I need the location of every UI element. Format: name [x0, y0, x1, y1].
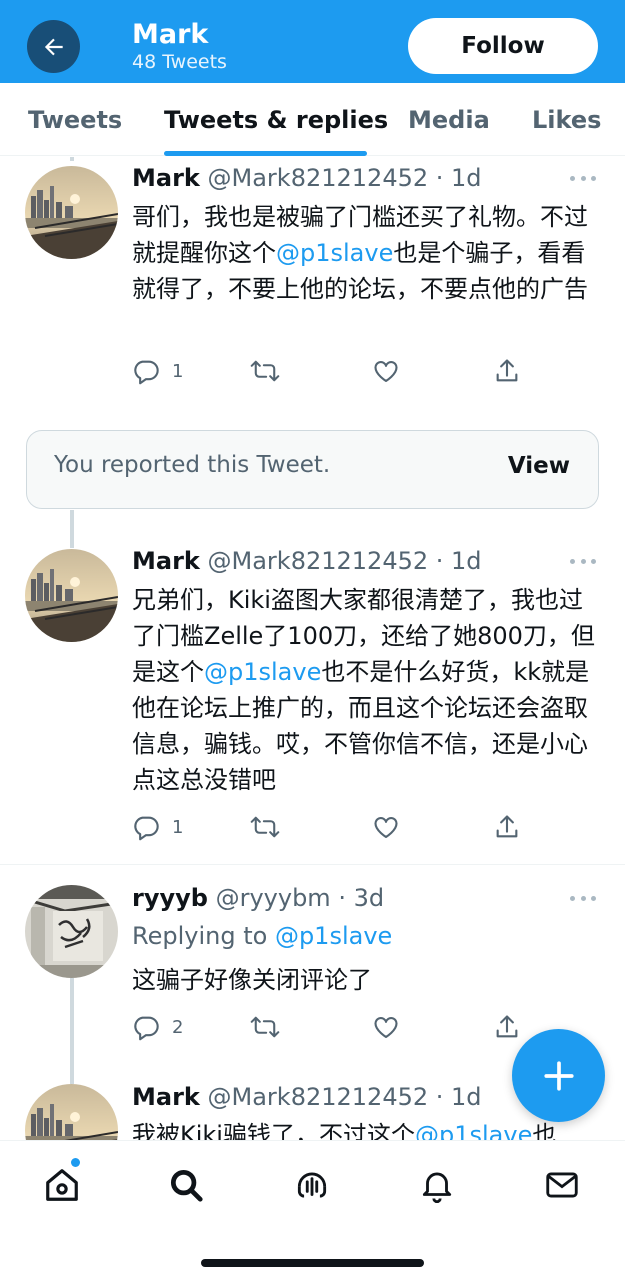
- nav-home[interactable]: [40, 1163, 84, 1207]
- share-button[interactable]: [493, 356, 521, 386]
- heart-icon: [374, 1017, 398, 1038]
- mention-link[interactable]: @p1slave: [415, 1121, 532, 1140]
- like-button[interactable]: [372, 356, 400, 386]
- reply-count: 1: [172, 816, 184, 838]
- divider: [0, 864, 625, 865]
- thread-line: [70, 978, 74, 1084]
- profile-name: Mark: [132, 19, 209, 50]
- retweet-button[interactable]: [250, 812, 280, 842]
- mention-link[interactable]: @p1slave: [276, 239, 393, 267]
- tab-likes[interactable]: Likes: [532, 103, 601, 137]
- tweet-header: Mark @Mark821212452 · 1d: [132, 545, 482, 577]
- compose-tweet-button[interactable]: [512, 1029, 605, 1122]
- heart-icon: [374, 361, 398, 382]
- retweet-button[interactable]: [250, 356, 280, 386]
- tweet-actions: 1: [132, 356, 532, 386]
- thread-line: [70, 157, 74, 161]
- thread-line: [70, 510, 74, 548]
- tweet-text: 兄弟们，Kiki盗图大家都很清楚了，我也过了门槛Zelle了100刀，还给了她8…: [132, 586, 595, 794]
- tab-tweets-replies[interactable]: Tweets & replies: [164, 103, 388, 137]
- back-button[interactable]: [27, 20, 80, 73]
- tweet-header: Mark @Mark821212452 · 1d: [132, 162, 482, 194]
- spaces-icon: [297, 1172, 327, 1198]
- retweet-icon: [250, 1016, 280, 1038]
- nav-spaces[interactable]: [290, 1163, 334, 1207]
- bell-icon: [422, 1172, 452, 1203]
- avatar[interactable]: [25, 885, 118, 978]
- share-icon: [496, 1015, 518, 1038]
- tab-tweets[interactable]: Tweets: [28, 103, 122, 137]
- retweet-icon: [250, 816, 280, 838]
- share-button[interactable]: [493, 1012, 521, 1042]
- reported-text: You reported this Tweet.: [54, 452, 331, 478]
- active-tab-indicator: [164, 151, 367, 156]
- heart-icon: [374, 817, 398, 838]
- tweet-count: 48 Tweets: [132, 51, 227, 73]
- tweet-feed[interactable]: Mark @Mark821212452 · 1d 哥们，我也是被骗了门槛还买了礼…: [0, 157, 625, 1140]
- home-icon: [46, 1169, 78, 1201]
- like-button[interactable]: [372, 812, 400, 842]
- nav-search[interactable]: [164, 1163, 208, 1207]
- more-options-icon[interactable]: [570, 173, 596, 183]
- share-icon: [496, 359, 518, 382]
- reply-button[interactable]: 1: [132, 812, 183, 842]
- tweet-header: ryyyb @ryyybm · 3d: [132, 882, 384, 914]
- profile-tabs: Tweets Tweets & replies Media Likes: [0, 83, 625, 156]
- author-handle-time: @Mark821212452 · 1d: [207, 164, 482, 192]
- mention-link[interactable]: @p1slave: [204, 658, 321, 686]
- reply-count: 1: [172, 360, 184, 382]
- nav-notifications[interactable]: [415, 1163, 459, 1207]
- nav-messages[interactable]: [540, 1163, 584, 1207]
- view-button[interactable]: View: [508, 453, 570, 479]
- more-options-icon[interactable]: [570, 556, 596, 566]
- share-button[interactable]: [493, 812, 521, 842]
- reply-button[interactable]: 2: [132, 1012, 183, 1042]
- author-name[interactable]: ryyyb: [132, 884, 208, 912]
- tweet-text: 这骗子好像关闭评论了: [132, 966, 372, 994]
- reply-count: 2: [172, 1016, 184, 1038]
- like-button[interactable]: [372, 1012, 400, 1042]
- tweet-actions: 2: [132, 1012, 532, 1042]
- tweet-header: Mark @Mark821212452 · 1d: [132, 1081, 482, 1113]
- mail-icon: [546, 1172, 578, 1198]
- retweet-button[interactable]: [250, 1012, 280, 1042]
- reply-icon: [134, 1016, 159, 1041]
- reply-button[interactable]: 1: [132, 356, 183, 386]
- plus-icon: [543, 1060, 574, 1091]
- avatar[interactable]: [25, 1084, 118, 1140]
- tweet-text: 哥们，我也是被骗了门槛还买了礼物。不过就提醒你这个@p1slave也是个骗子，看…: [132, 203, 588, 303]
- avatar[interactable]: [25, 166, 118, 259]
- retweet-icon: [250, 360, 280, 382]
- author-name[interactable]: Mark: [132, 164, 200, 192]
- author-name[interactable]: Mark: [132, 547, 200, 575]
- bottom-navigation: [0, 1140, 625, 1280]
- author-name[interactable]: Mark: [132, 1083, 200, 1111]
- share-icon: [496, 815, 518, 838]
- mention-link[interactable]: @p1slave: [275, 922, 392, 950]
- follow-button[interactable]: Follow: [408, 18, 598, 74]
- search-icon: [170, 1169, 203, 1202]
- replying-to: Replying to @p1slave: [132, 922, 393, 950]
- reported-tweet-notice: You reported this Tweet. View: [26, 430, 599, 509]
- more-options-icon[interactable]: [570, 893, 596, 903]
- arrow-left-icon: [44, 38, 63, 55]
- author-handle-time: @Mark821212452 · 1d: [207, 547, 482, 575]
- profile-header: Mark 48 Tweets Follow: [0, 0, 625, 83]
- home-indicator: [201, 1259, 424, 1267]
- reply-icon: [134, 360, 159, 385]
- reply-icon: [134, 816, 159, 841]
- author-handle-time: @ryyybm · 3d: [215, 884, 385, 912]
- tab-media[interactable]: Media: [408, 103, 490, 137]
- tweet-actions: 1: [132, 812, 532, 842]
- notification-dot: [71, 1158, 80, 1167]
- author-handle-time: @Mark821212452 · 1d: [207, 1083, 482, 1111]
- tweet-text: 我被Kiki骗钱了，不过这个@p1slave也: [132, 1117, 602, 1140]
- avatar[interactable]: [25, 549, 118, 642]
